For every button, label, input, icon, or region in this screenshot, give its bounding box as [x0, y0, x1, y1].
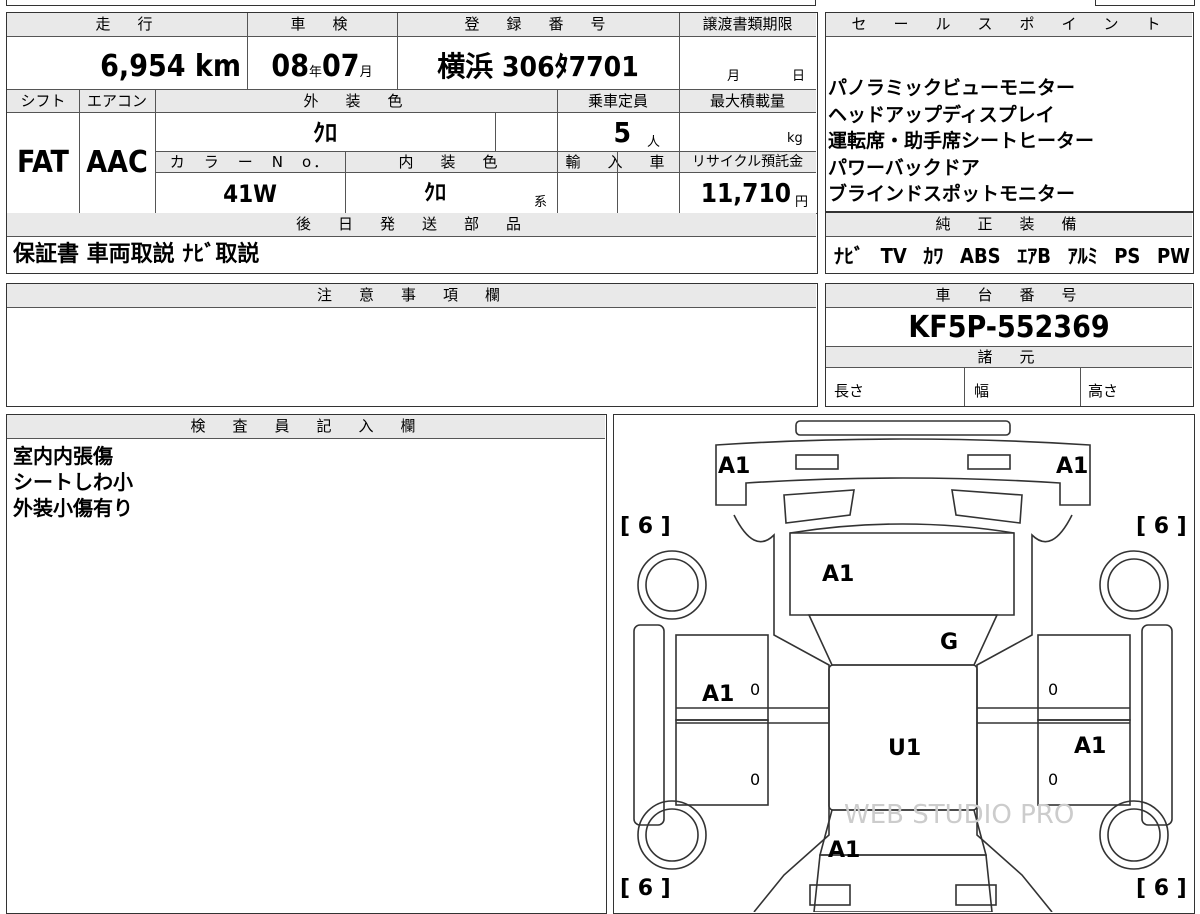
- equipment-item: ｱﾙﾐ: [1067, 244, 1098, 268]
- exterior-color-value: ｸﾛ: [313, 119, 337, 147]
- inspector-note-line: 外装小傷有り: [13, 496, 133, 520]
- aircon-header: エアコン: [79, 89, 155, 113]
- recycle-value: 11,710: [700, 179, 791, 209]
- inspector-notes: 室内内張傷 シートしわ小 外装小傷有り: [13, 443, 593, 521]
- registration-number: 横浜 306ﾀ7701: [437, 50, 639, 83]
- exterior-color-header: 外 装 色: [155, 89, 557, 113]
- width-label: 幅: [974, 382, 990, 400]
- equipment-item: TV: [880, 244, 907, 268]
- sales-point-item: ヘッドアップディスプレイ: [828, 103, 1055, 126]
- damage-mark: [ 6 ]: [1136, 514, 1187, 539]
- chassis-panel: 車 台 番 号 KF5P-552369 諸 元 長さ 幅 高さ: [825, 283, 1194, 407]
- top-strip: [6, 0, 816, 6]
- mileage-value: 6,954 km: [100, 49, 241, 84]
- damage-mark: A1: [702, 682, 734, 707]
- color-no-header: カ ラ ー N o．: [155, 151, 345, 173]
- vehicle-info-table: 走 行 車 検 登 録 番 号 譲渡書類期限 6,954 km 08年07月 横…: [6, 12, 818, 274]
- genuine-equipment-panel: 純 正 装 備 ﾅﾋﾞ TV ｶﾜ ABS ｴｱB ｱﾙﾐ PS PW: [825, 212, 1194, 274]
- later-parts-value: 保証書 車両取説 ﾅﾋﾞ取説: [13, 242, 260, 267]
- import-header: 輸 入 車: [557, 151, 679, 173]
- sales-point-item: パワーバックドア: [828, 156, 980, 179]
- doc-day-unit: 日: [792, 69, 806, 84]
- damage-mark: [ 6 ]: [1136, 876, 1187, 901]
- genuine-equipment-list: ﾅﾋﾞ TV ｶﾜ ABS ｴｱB ｱﾙﾐ PS PW: [834, 241, 1190, 271]
- color-no-value: 41W: [223, 180, 277, 208]
- damage-mark: A1: [718, 454, 750, 479]
- later-parts-header: 後 日 発 送 部 品: [7, 213, 816, 237]
- damage-mark: A1: [822, 562, 854, 587]
- max-load-header: 最大積載量: [679, 89, 816, 113]
- damage-mark: A1: [1074, 734, 1106, 759]
- damage-zero: 0: [750, 770, 760, 789]
- damage-mark: [ 6 ]: [620, 876, 671, 901]
- equipment-item: ﾅﾋﾞ: [834, 244, 864, 268]
- sales-points-list: パノラミックビューモニター ヘッドアップディスプレイ 運転席・助手席シートヒータ…: [828, 75, 1188, 208]
- inspector-note-line: シートしわ小: [13, 470, 133, 494]
- notes-panel: 注 意 事 項 欄: [6, 283, 818, 407]
- damage-zero: 0: [1048, 680, 1058, 699]
- capacity-value: 5: [613, 116, 631, 149]
- specs-header: 諸 元: [826, 346, 1192, 368]
- inspector-note-line: 室内内張傷: [13, 444, 113, 468]
- equipment-item: ｴｱB: [1017, 244, 1051, 268]
- doc-deadline-header: 譲渡書類期限: [679, 13, 816, 37]
- registration-header: 登 録 番 号: [397, 13, 679, 37]
- genuine-equipment-header: 純 正 装 備: [826, 213, 1192, 237]
- recycle-unit: 円: [795, 195, 809, 210]
- notes-header: 注 意 事 項 欄: [7, 284, 816, 308]
- damage-mark: [ 6 ]: [620, 514, 671, 539]
- damage-map-panel: A1 A1 [ 6 ] [ 6 ] [ 6 ] [ 6 ] A1 G A1 U1…: [613, 414, 1195, 914]
- damage-zero: 0: [750, 680, 760, 699]
- max-load-unit: kg: [787, 131, 803, 146]
- length-label: 長さ: [834, 382, 865, 400]
- aircon-value: AAC: [86, 145, 148, 180]
- damage-mark: A1: [1056, 454, 1088, 479]
- interior-color-value: ｸﾛ: [423, 181, 446, 206]
- damage-zero: 0: [1048, 770, 1058, 789]
- equipment-item: ABS: [960, 244, 1001, 268]
- inspection-value: 08年07月: [271, 49, 373, 84]
- chassis-header: 車 台 番 号: [826, 284, 1192, 308]
- car-diagram: A1 A1 [ 6 ] [ 6 ] [ 6 ] [ 6 ] A1 G A1 U1…: [620, 420, 1187, 912]
- interior-color-suffix: 系: [534, 195, 548, 210]
- equipment-item: PS: [1114, 244, 1141, 268]
- equipment-item: ｶﾜ: [923, 244, 944, 268]
- interior-color-header: 内 装 色: [345, 151, 557, 173]
- damage-mark: G: [940, 630, 958, 655]
- doc-month-unit: 月: [727, 69, 741, 84]
- top-strip-right: [1095, 0, 1195, 6]
- capacity-header: 乗車定員: [557, 89, 679, 113]
- capacity-unit: 人: [647, 135, 661, 150]
- height-label: 高さ: [1088, 382, 1119, 400]
- shift-header: シフト: [7, 89, 79, 113]
- damage-mark: U1: [888, 736, 921, 761]
- sales-point-item: ブラインドスポットモニター: [828, 183, 1076, 205]
- sales-point-item: 運転席・助手席シートヒーター: [828, 130, 1095, 152]
- inspection-header: 車 検: [247, 13, 397, 37]
- mileage-header: 走 行: [7, 13, 247, 37]
- inspector-panel: 検 査 員 記 入 欄 室内内張傷 シートしわ小 外装小傷有り: [6, 414, 607, 914]
- sales-points-header: セ ー ル ス ポ イ ン ト: [826, 13, 1192, 37]
- damage-mark: A1: [828, 838, 860, 863]
- shift-value: FAT: [17, 145, 69, 180]
- equipment-item: PW: [1156, 244, 1190, 268]
- watermark: WEB STUDIO PRO: [844, 800, 1074, 830]
- inspector-header: 検 査 員 記 入 欄: [7, 415, 605, 439]
- sales-point-item: パノラミックビューモニター: [828, 77, 1076, 99]
- sales-points-panel: セ ー ル ス ポ イ ン ト パノラミックビューモニター ヘッドアップディスプ…: [825, 12, 1194, 212]
- recycle-header: リサイクル預託金: [679, 151, 816, 173]
- chassis-number: KF5P-552369: [908, 310, 1110, 345]
